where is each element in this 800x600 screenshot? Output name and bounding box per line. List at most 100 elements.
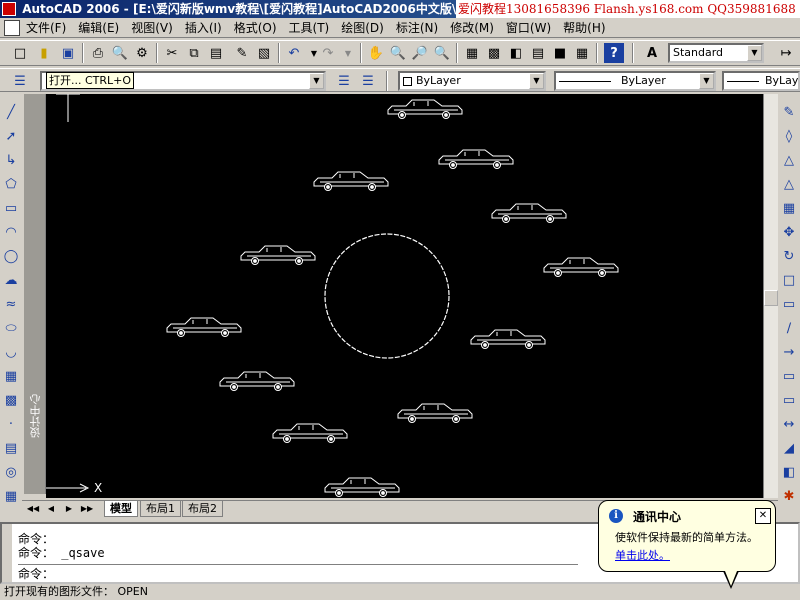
- scrollbar-thumb[interactable]: [764, 290, 778, 306]
- tab-layout1[interactable]: 布局1: [140, 501, 181, 517]
- dimension-style-icon[interactable]: ↦: [776, 43, 796, 63]
- color-select[interactable]: ByLayer ▼: [398, 71, 546, 91]
- lineweight-select[interactable]: ByLayer: [722, 71, 800, 91]
- help-icon[interactable]: ?: [604, 43, 624, 63]
- chevron-down-icon[interactable]: ▼: [699, 73, 714, 89]
- text-style-select[interactable]: Standard ▼: [668, 43, 764, 63]
- chevron-down-icon[interactable]: ▼: [309, 73, 324, 89]
- erase-icon[interactable]: ✎: [779, 102, 799, 122]
- menu-insert[interactable]: 插入(I): [179, 18, 228, 38]
- layer-previous-icon[interactable]: ☰: [358, 71, 378, 91]
- menu-help[interactable]: 帮助(H): [557, 18, 611, 38]
- offset-icon[interactable]: △: [779, 174, 799, 194]
- line-icon[interactable]: ╱: [1, 102, 21, 122]
- layer-manager-icon[interactable]: ☰: [10, 71, 30, 91]
- trim-icon[interactable]: ∕: [779, 318, 799, 338]
- redo-icon[interactable]: ↷: [318, 43, 338, 63]
- menu-file[interactable]: 文件(F): [20, 18, 72, 38]
- plot-preview-icon[interactable]: 🔍: [110, 43, 130, 63]
- menu-window[interactable]: 窗口(W): [500, 18, 557, 38]
- paste-icon[interactable]: ▤: [206, 43, 226, 63]
- scale-icon[interactable]: □: [779, 270, 799, 290]
- menu-format[interactable]: 格式(O): [228, 18, 283, 38]
- next-tab-icon[interactable]: ▶: [62, 502, 76, 516]
- hatch-icon[interactable]: ▤: [1, 438, 21, 458]
- open-folder-icon[interactable]: ▮: [34, 43, 54, 63]
- command-prompt[interactable]: 命令：: [18, 564, 578, 582]
- redo-dropdown-icon[interactable]: ▼: [338, 43, 358, 63]
- array-icon[interactable]: ▦: [779, 198, 799, 218]
- extend-icon[interactable]: →: [779, 342, 799, 362]
- block-editor-icon[interactable]: ▧: [254, 43, 274, 63]
- design-center-palette[interactable]: 设计中心: [24, 94, 46, 494]
- copy-object-icon[interactable]: ◊: [779, 126, 799, 146]
- menu-draw[interactable]: 绘图(D): [335, 18, 390, 38]
- chevron-down-icon[interactable]: ▼: [529, 73, 544, 89]
- insert-block-icon[interactable]: ▦: [1, 366, 21, 386]
- pan-icon[interactable]: ✋: [366, 43, 386, 63]
- properties-icon[interactable]: ▦: [462, 43, 482, 63]
- design-center-icon[interactable]: ▩: [484, 43, 504, 63]
- ellipse-icon[interactable]: ⬭: [1, 318, 21, 338]
- new-file-icon[interactable]: □: [10, 43, 30, 63]
- publish-icon[interactable]: ⚙: [132, 43, 152, 63]
- chamfer-icon[interactable]: ◢: [779, 438, 799, 458]
- join-icon[interactable]: ↔: [779, 414, 799, 434]
- command-window-grip[interactable]: [2, 524, 12, 582]
- markup-icon[interactable]: ■: [550, 43, 570, 63]
- cut-icon[interactable]: ✂: [162, 43, 182, 63]
- document-icon[interactable]: [4, 20, 20, 36]
- ellipse-arc-icon[interactable]: ◡: [1, 342, 21, 362]
- construction-line-icon[interactable]: ➚: [1, 126, 21, 146]
- circle-icon[interactable]: ◯: [1, 246, 21, 266]
- polygon-icon[interactable]: ⬠: [1, 174, 21, 194]
- calculator-icon[interactable]: ▦: [572, 43, 592, 63]
- tool-palettes-icon[interactable]: ◧: [506, 43, 526, 63]
- sheet-set-icon[interactable]: ▤: [528, 43, 548, 63]
- save-icon[interactable]: ▣: [58, 43, 78, 63]
- point-icon[interactable]: ·: [1, 414, 21, 434]
- fillet-icon[interactable]: ◧: [779, 462, 799, 482]
- move-icon[interactable]: ✥: [779, 222, 799, 242]
- spline-icon[interactable]: ≈: [1, 294, 21, 314]
- stretch-icon[interactable]: ▭: [779, 294, 799, 314]
- menu-modify[interactable]: 修改(M): [444, 18, 500, 38]
- make-layer-current-icon[interactable]: ☰: [334, 71, 354, 91]
- break-at-point-icon[interactable]: ▭: [779, 366, 799, 386]
- vertical-scrollbar[interactable]: [763, 94, 778, 498]
- arc-icon[interactable]: ◠: [1, 222, 21, 242]
- explode-icon[interactable]: ✱: [779, 486, 799, 506]
- communication-center-balloon[interactable]: i 通讯中心 ✕ 使软件保持最新的简单方法。 单击此处。: [598, 500, 776, 589]
- rotate-icon[interactable]: ↻: [779, 246, 799, 266]
- make-block-icon[interactable]: ▩: [1, 390, 21, 410]
- chevron-down-icon[interactable]: ▼: [747, 45, 762, 61]
- drawing-canvas[interactable]: X: [46, 94, 763, 498]
- last-tab-icon[interactable]: ▶▶: [80, 502, 94, 516]
- zoom-window-icon[interactable]: 🔎: [410, 43, 430, 63]
- autocad-app-icon[interactable]: [2, 2, 16, 16]
- break-icon[interactable]: ▭: [779, 390, 799, 410]
- first-tab-icon[interactable]: ◀◀: [26, 502, 40, 516]
- close-icon[interactable]: ✕: [755, 508, 771, 524]
- revision-cloud-icon[interactable]: ☁: [1, 270, 21, 290]
- polyline-icon[interactable]: ↳: [1, 150, 21, 170]
- previous-tab-icon[interactable]: ◀: [44, 502, 58, 516]
- table-icon[interactable]: ▦: [1, 486, 21, 506]
- rectangle-icon[interactable]: ▭: [1, 198, 21, 218]
- mirror-icon[interactable]: △: [779, 150, 799, 170]
- zoom-previous-icon[interactable]: 🔍: [432, 43, 452, 63]
- linetype-select[interactable]: ByLayer ▼: [554, 71, 716, 91]
- text-style-icon[interactable]: A: [642, 43, 662, 63]
- tab-model[interactable]: 模型: [104, 501, 138, 517]
- undo-icon[interactable]: ↶: [284, 43, 304, 63]
- tab-layout2[interactable]: 布局2: [182, 501, 223, 517]
- menu-view[interactable]: 视图(V): [125, 18, 179, 38]
- region-icon[interactable]: ◎: [1, 462, 21, 482]
- menu-dimension[interactable]: 标注(N): [390, 18, 444, 38]
- print-icon[interactable]: ⎙: [88, 43, 108, 63]
- zoom-realtime-icon[interactable]: 🔍: [388, 43, 408, 63]
- copy-icon[interactable]: ⧉: [184, 43, 204, 63]
- menu-edit[interactable]: 编辑(E): [72, 18, 125, 38]
- click-here-link[interactable]: 单击此处。: [615, 547, 670, 563]
- menu-tools[interactable]: 工具(T): [283, 18, 336, 38]
